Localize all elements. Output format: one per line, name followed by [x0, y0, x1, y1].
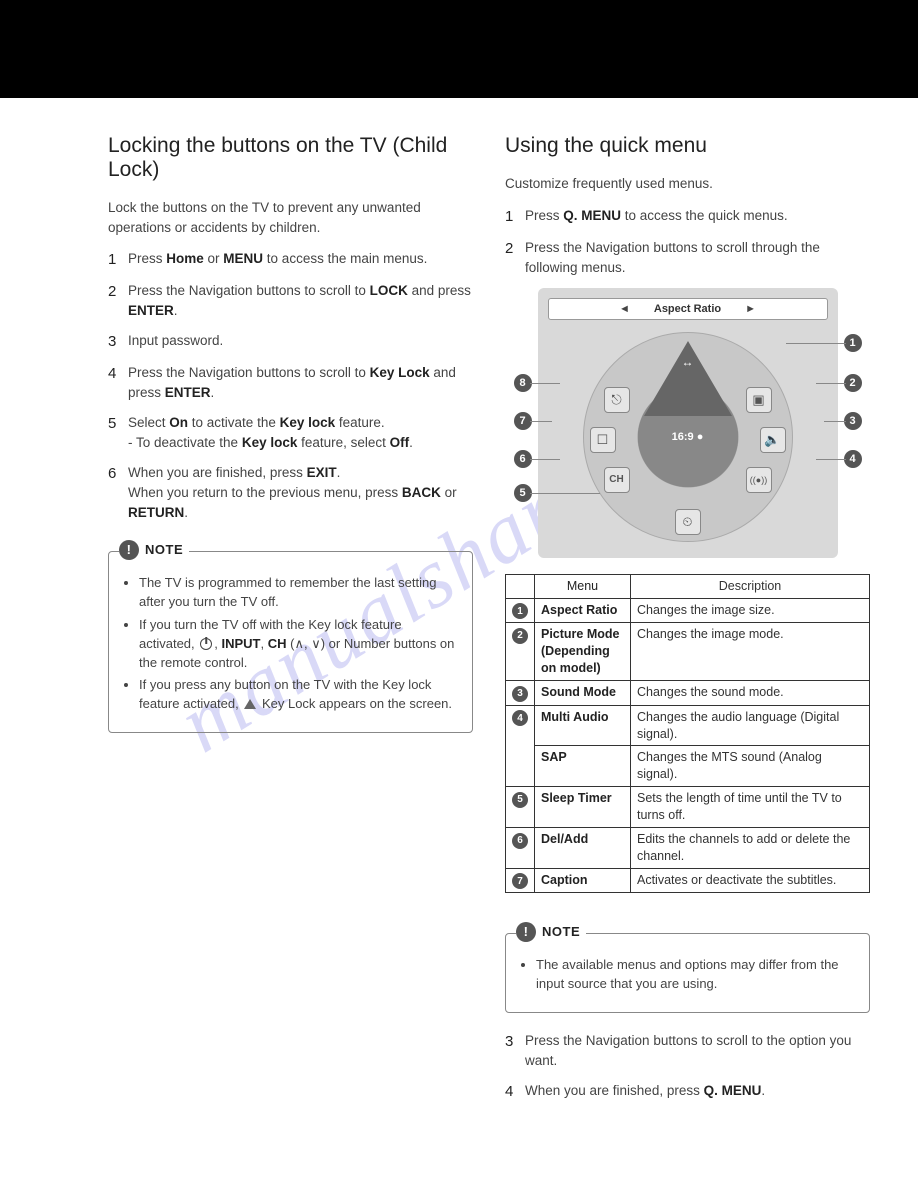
leader-line: [530, 421, 552, 422]
usb-eject-icon: ⎋: [604, 387, 630, 413]
top-black-bar: [0, 0, 918, 98]
table-row: 7CaptionActivates or deactivate the subt…: [506, 868, 870, 893]
quick-menu-wheel: ↔ 16:9 ● ▣ 🔈 ((●)) ⏲ CH ☐ ⎋: [583, 332, 793, 542]
left-step-3: 3Input password.: [108, 331, 473, 353]
leader-line: [786, 343, 846, 344]
wheel-center-label: 16:9 ●: [672, 431, 704, 443]
note-bang-icon: !: [516, 922, 536, 942]
left-steps: 1Press Home or MENU to access the main m…: [108, 249, 473, 523]
right-note-text: The available menus and options may diff…: [536, 956, 855, 994]
right-step-1: 1Press Q. MENU to access the quick menus…: [505, 206, 870, 228]
callout-4: 4: [844, 450, 862, 468]
quick-menu-table: Menu Description 1Aspect RatioChanges th…: [505, 574, 870, 894]
table-row: 1Aspect RatioChanges the image size.: [506, 598, 870, 623]
left-note-box: ! NOTE The TV is programmed to remember …: [108, 551, 473, 733]
th-desc: Description: [631, 574, 870, 598]
power-icon: [200, 638, 212, 650]
leader-line: [530, 493, 600, 494]
left-step-6: 6When you are finished, press EXIT.When …: [108, 463, 473, 523]
left-note-item-2: If you turn the TV off with the Key lock…: [139, 616, 458, 673]
sleep-timer-icon: ⏲: [675, 509, 701, 535]
left-heading: Locking the buttons on the TV (Child Loc…: [108, 134, 473, 182]
sound-mode-icon: 🔈: [760, 427, 786, 453]
left-step-2: 2Press the Navigation buttons to scroll …: [108, 281, 473, 321]
page-body: Locking the buttons on the TV (Child Loc…: [0, 98, 918, 1173]
table-row: 3Sound ModeChanges the sound mode.: [506, 680, 870, 705]
left-step-1: 1Press Home or MENU to access the main m…: [108, 249, 473, 271]
selected-wedge: [644, 341, 732, 416]
picture-mode-icon: ▣: [746, 387, 772, 413]
callout-1: 1: [844, 334, 862, 352]
left-step-5: 5Select On to activate the Key lock feat…: [108, 413, 473, 453]
note-heading-left: ! NOTE: [119, 540, 189, 560]
callout-2: 2: [844, 374, 862, 392]
right-column: Using the quick menu Customize frequentl…: [505, 134, 870, 1113]
leader-line: [530, 459, 560, 460]
warning-triangle-icon: [244, 699, 256, 709]
leader-line: [816, 383, 846, 384]
leader-line: [530, 383, 560, 384]
left-arrow-icon: ◄: [619, 303, 630, 315]
table-row: 5Sleep TimerSets the length of time unti…: [506, 787, 870, 828]
leader-line: [816, 459, 846, 460]
multi-audio-icon: ((●)): [746, 467, 772, 493]
quick-menu-bar-label: Aspect Ratio: [654, 303, 721, 315]
table-row: SAPChanges the MTS sound (Analog signal)…: [506, 746, 870, 787]
left-note-item-1: The TV is programmed to remember the las…: [139, 574, 458, 612]
leader-line: [824, 421, 846, 422]
quick-menu-diagram: ◄ Aspect Ratio ► ↔ 16:9 ● ▣ 🔈 ((●)) ⏲ CH…: [538, 288, 838, 558]
table-row: 2Picture Mode (Depending on model)Change…: [506, 623, 870, 681]
right-steps-bottom: 3Press the Navigation buttons to scroll …: [505, 1031, 870, 1103]
left-note-item-3: If you press any button on the TV with t…: [139, 676, 458, 714]
left-intro: Lock the buttons on the TV to prevent an…: [108, 198, 473, 237]
right-note-box: ! NOTE The available menus and options m…: [505, 933, 870, 1013]
quick-menu-title-bar: ◄ Aspect Ratio ►: [548, 298, 828, 320]
right-step-3: 3Press the Navigation buttons to scroll …: [505, 1031, 870, 1071]
note-bang-icon: !: [119, 540, 139, 560]
aspect-ratio-icon: ↔: [682, 355, 694, 369]
th-menu: Menu: [535, 574, 631, 598]
right-step-2: 2Press the Navigation buttons to scroll …: [505, 238, 870, 278]
callout-3: 3: [844, 412, 862, 430]
left-step-4: 4Press the Navigation buttons to scroll …: [108, 363, 473, 403]
right-heading: Using the quick menu: [505, 134, 870, 158]
right-arrow-icon: ►: [745, 303, 756, 315]
right-intro: Customize frequently used menus.: [505, 174, 870, 194]
right-step-4: 4When you are finished, press Q. MENU.: [505, 1081, 870, 1103]
table-row: 6Del/AddEdits the channels to add or del…: [506, 827, 870, 868]
table-row: 4Multi AudioChanges the audio language (…: [506, 705, 870, 746]
caption-icon: ☐: [590, 427, 616, 453]
left-column: Locking the buttons on the TV (Child Loc…: [108, 134, 473, 1113]
channel-del-add-icon: CH: [604, 467, 630, 493]
right-steps-top: 1Press Q. MENU to access the quick menus…: [505, 206, 870, 278]
table-header-row: Menu Description: [506, 574, 870, 598]
note-heading-right: ! NOTE: [516, 922, 586, 942]
